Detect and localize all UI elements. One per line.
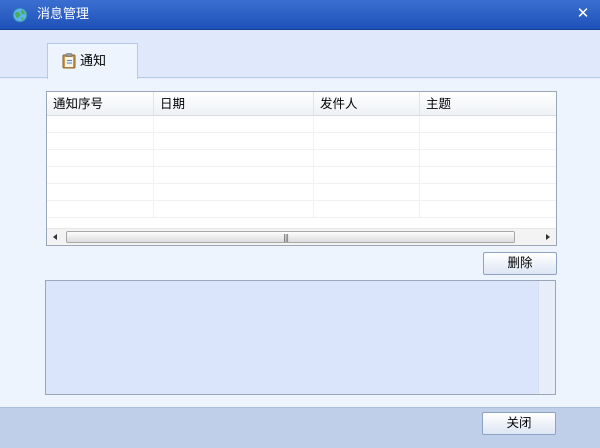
- tab-notifications[interactable]: 通知: [47, 43, 138, 79]
- empty-cell: [47, 133, 154, 150]
- empty-row: [47, 133, 556, 150]
- column-header-number[interactable]: 通知序号: [47, 92, 154, 116]
- empty-cell: [314, 184, 420, 201]
- empty-cell: [420, 133, 556, 150]
- column-header-date[interactable]: 日期: [154, 92, 314, 116]
- message-list[interactable]: 通知序号 日期 发件人 主题 |||: [46, 91, 557, 246]
- empty-cell: [314, 133, 420, 150]
- message-detail-area[interactable]: [45, 280, 556, 395]
- horizontal-scrollbar[interactable]: |||: [47, 228, 556, 245]
- empty-row: [47, 116, 556, 133]
- vertical-scrollbar[interactable]: [538, 281, 555, 394]
- empty-cell: [420, 150, 556, 167]
- arrow-left-icon: [53, 234, 57, 240]
- close-button[interactable]: 关闭: [482, 412, 556, 435]
- empty-cell: [47, 201, 154, 218]
- column-header-sender[interactable]: 发件人: [314, 92, 420, 116]
- grip-icon: |||: [283, 233, 289, 242]
- empty-cell: [420, 167, 556, 184]
- delete-button[interactable]: 删除: [483, 252, 557, 275]
- empty-cell: [314, 201, 420, 218]
- window-title: 消息管理: [37, 7, 90, 22]
- arrow-right-icon: [546, 234, 550, 240]
- close-icon: ✕: [576, 4, 590, 22]
- empty-cell: [420, 201, 556, 218]
- close-window-button[interactable]: ✕: [572, 2, 594, 24]
- empty-cell: [420, 116, 556, 133]
- empty-cell: [47, 167, 154, 184]
- clipboard-icon: [62, 53, 76, 69]
- empty-cell: [420, 184, 556, 201]
- empty-cell: [154, 133, 314, 150]
- scroll-right-button[interactable]: [539, 229, 556, 245]
- empty-cell: [47, 116, 154, 133]
- empty-cell: [154, 116, 314, 133]
- empty-cell: [154, 201, 314, 218]
- empty-row: [47, 201, 556, 218]
- column-header-subject[interactable]: 主题: [420, 92, 556, 116]
- empty-row: [47, 167, 556, 184]
- grid-body: [47, 116, 556, 228]
- empty-cell: [314, 150, 420, 167]
- scrollbar-thumb[interactable]: |||: [66, 231, 515, 243]
- empty-row: [47, 150, 556, 167]
- scroll-left-button[interactable]: [47, 229, 64, 245]
- title-bar: 消息管理 ✕: [0, 0, 600, 30]
- empty-cell: [154, 150, 314, 167]
- empty-cell: [154, 184, 314, 201]
- empty-cell: [47, 150, 154, 167]
- empty-cell: [314, 116, 420, 133]
- empty-cell: [154, 167, 314, 184]
- empty-cell: [47, 184, 154, 201]
- empty-row: [47, 184, 556, 201]
- empty-cell: [314, 167, 420, 184]
- globe-icon: [12, 7, 28, 23]
- grid-header: 通知序号 日期 发件人 主题: [47, 92, 556, 116]
- tab-label: 通知: [80, 54, 107, 69]
